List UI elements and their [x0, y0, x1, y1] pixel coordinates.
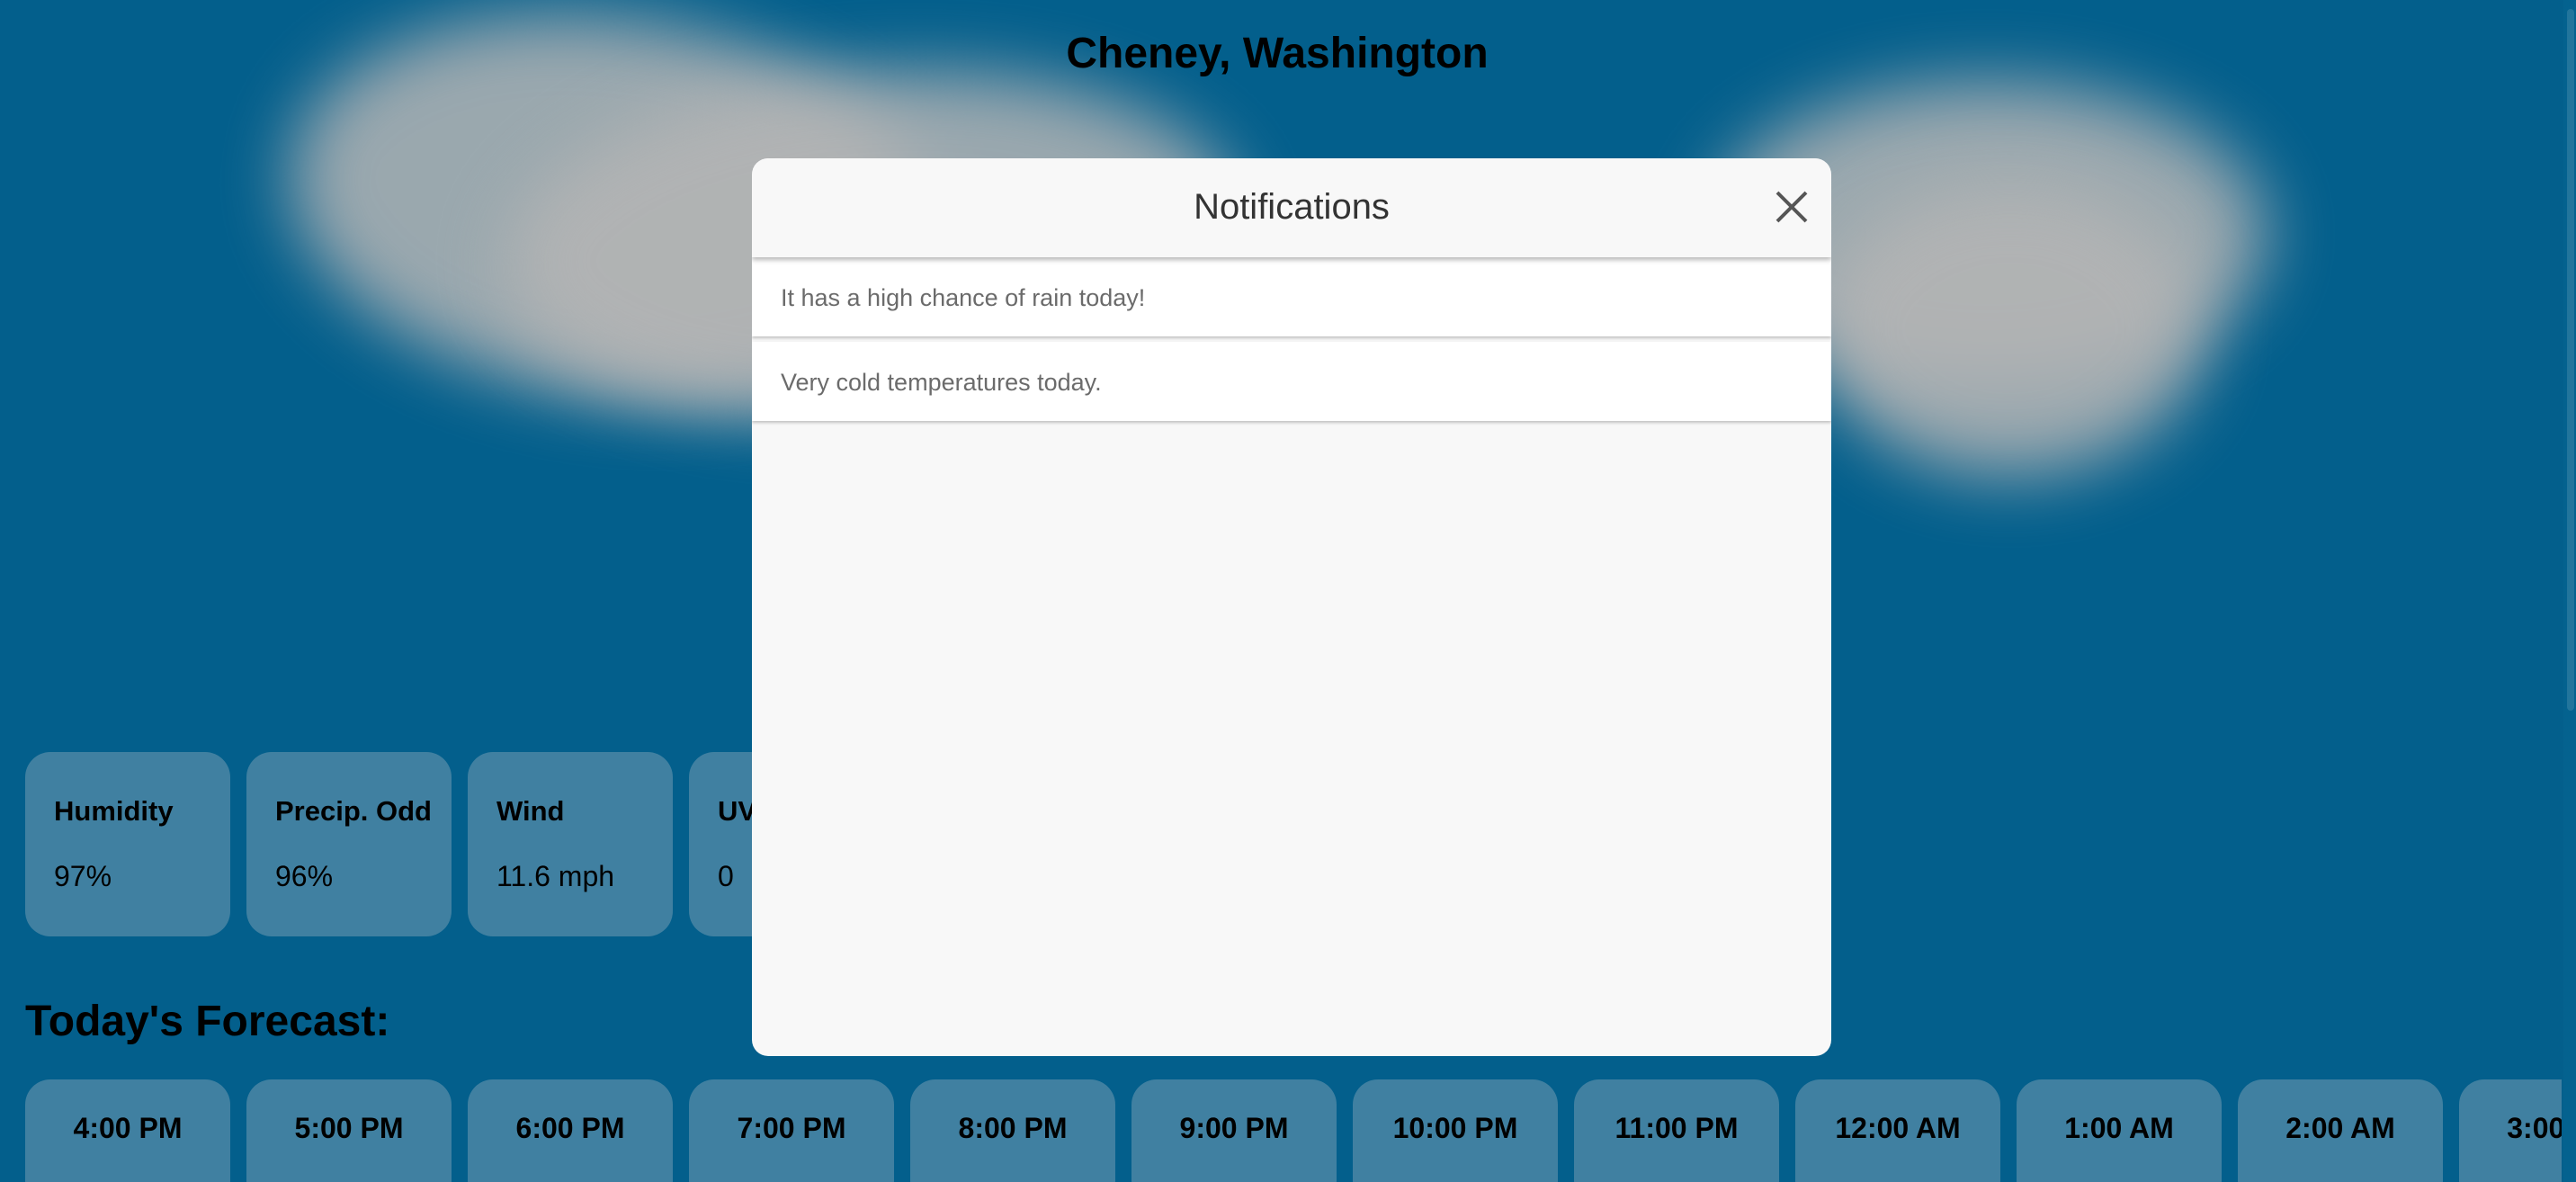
notifications-modal: Notifications It has a high chance of ra…: [752, 158, 1831, 1056]
notification-item[interactable]: It has a high chance of rain today!: [752, 257, 1831, 336]
forecast-hour-card: 5:00 PM: [246, 1079, 452, 1182]
stat-value: 97%: [54, 860, 112, 892]
forecast-hour-card: 10:00 PM: [1353, 1079, 1558, 1182]
forecast-hour-card: 8:00 PM: [910, 1079, 1115, 1182]
modal-header: Notifications: [752, 158, 1831, 257]
forecast-hour-card: 6:00 PM: [468, 1079, 673, 1182]
notification-item[interactable]: Very cold temperatures today.: [752, 342, 1831, 421]
forecast-hour-card: 12:00 AM: [1795, 1079, 2000, 1182]
close-icon: [1775, 191, 1808, 223]
scrollbar-thumb[interactable]: [2567, 9, 2574, 711]
page-scrollbar[interactable]: [2563, 0, 2576, 1182]
hourly-forecast-row[interactable]: 4:00 PM 5:00 PM 6:00 PM 7:00 PM 8:00 PM …: [25, 1079, 2562, 1182]
forecast-hour-card: 2:00 AM: [2238, 1079, 2443, 1182]
forecast-hour-card: 3:00 AM: [2459, 1079, 2562, 1182]
cloud-background: [1817, 180, 2204, 477]
stat-card-wind: Wind 11.6 mph: [468, 752, 673, 936]
stat-label: Precip. Odd: [275, 795, 432, 827]
stat-value: 96%: [275, 860, 334, 892]
stat-value: 11.6 mph: [496, 860, 615, 892]
stat-label: Wind: [496, 795, 565, 827]
forecast-hour-card: 1:00 AM: [2017, 1079, 2222, 1182]
forecast-heading: Today's Forecast:: [25, 998, 390, 1045]
weather-page: Cheney, Washington Humidity 97% Precip. …: [0, 0, 2576, 1182]
forecast-hour-card: 4:00 PM: [25, 1079, 230, 1182]
stat-card-precip: Precip. Odd 96%: [246, 752, 452, 936]
forecast-hour-card: 7:00 PM: [689, 1079, 894, 1182]
forecast-hour-card: 11:00 PM: [1574, 1079, 1779, 1182]
stat-card-humidity: Humidity 97%: [25, 752, 230, 936]
location-title: Cheney, Washington: [1066, 30, 1489, 77]
modal-title: Notifications: [1194, 187, 1390, 227]
stat-label: Humidity: [54, 795, 174, 827]
forecast-hour-card: 9:00 PM: [1131, 1079, 1337, 1182]
close-button[interactable]: [1772, 187, 1811, 227]
